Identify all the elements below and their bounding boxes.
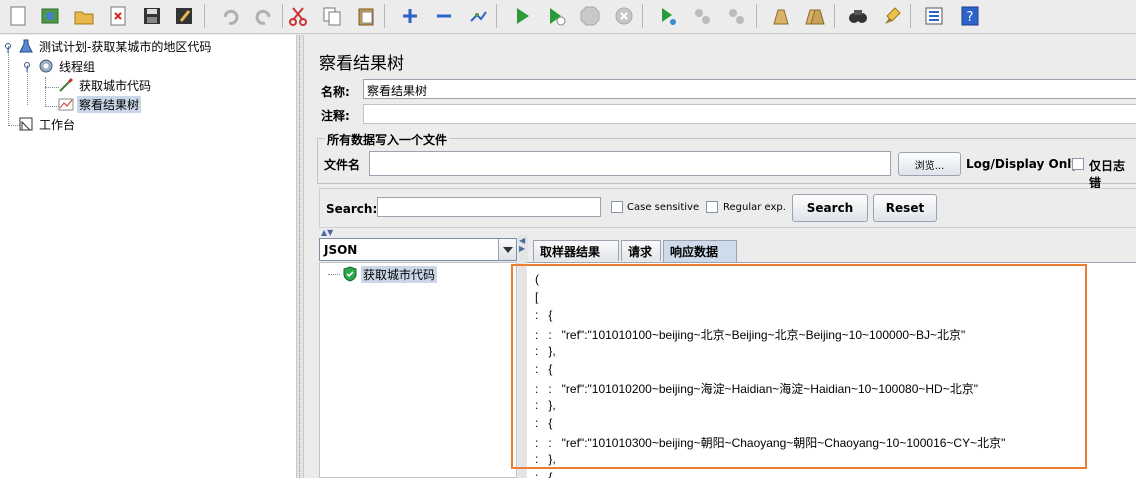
sample-result-item[interactable]: 获取城市代码 [342,265,438,283]
clear-all-icon[interactable] [800,2,828,30]
browse-button[interactable]: 浏览... [898,152,961,176]
response-line: : { [535,470,553,478]
success-shield-icon [342,266,358,282]
expander-icon[interactable] [3,42,13,53]
main-toolbar: ? [0,0,1136,34]
search-button[interactable]: Search [792,194,868,222]
sample-result-label: 获取城市代码 [361,265,438,283]
renderer-value: JSON [324,243,358,257]
remote-stop-icon[interactable] [688,2,716,30]
panel-splitter[interactable] [296,35,304,478]
save-icon[interactable] [138,2,166,30]
start-no-pause-icon[interactable] [542,2,570,30]
svg-text:?: ? [967,10,974,25]
tree-label: 获取城市代码 [79,78,152,93]
tree-node-test-plan[interactable]: 测试计划-获取某城市的地区代码 [18,37,213,55]
test-plan-tree: 测试计划-获取某城市的地区代码 线程组 获取城市代码 察看结果树 工作台 [0,35,296,478]
close-icon[interactable] [104,2,132,30]
function-helper-icon[interactable] [920,2,948,30]
tree-label: 线程组 [59,59,96,74]
renderer-select[interactable]: JSON [319,238,517,261]
tree-label: 察看结果树 [77,95,142,113]
remote-shutdown-icon[interactable] [722,2,750,30]
tree-node-listener[interactable]: 察看结果树 [58,95,142,113]
undo-icon[interactable] [216,2,244,30]
gear-icon [38,58,54,74]
chart-icon [58,96,74,112]
reset-search-icon[interactable] [878,2,906,30]
regular-exp-checkbox[interactable] [706,201,718,213]
clear-icon[interactable] [766,2,794,30]
pipette-icon [58,77,74,93]
reset-button[interactable]: Reset [873,194,937,222]
cut-icon[interactable] [284,2,312,30]
page-title: 察看结果树 [319,54,404,74]
case-sensitive-label: Case sensitive [627,202,700,213]
tab-response-data[interactable]: 响应数据 [663,240,737,262]
search-label: Search: [326,202,378,216]
log-display-label: Log/Display Only: [966,157,1084,171]
test-plan-icon [18,38,34,54]
toggle-icon[interactable] [464,2,492,30]
workbench-icon [18,116,34,132]
redo-icon[interactable] [250,2,278,30]
tab-request[interactable]: 请求 [621,240,661,261]
expand-icon[interactable] [396,2,424,30]
new-icon[interactable] [4,2,32,30]
search-icon[interactable] [844,2,872,30]
help-icon[interactable]: ? [956,2,984,30]
tree-label: 测试计划-获取某城市的地区代码 [39,39,212,54]
tree-node-sampler[interactable]: 获取城市代码 [58,76,153,94]
filename-field[interactable] [369,151,891,176]
sample-result-tree: 获取城市代码 [319,262,517,478]
comment-label: 注释: [321,109,350,123]
errors-only-label: 仅日志错 [1089,159,1126,190]
tree-label: 工作台 [39,117,76,132]
tree-node-workbench[interactable]: 工作台 [18,115,77,133]
name-field[interactable]: 察看结果树 [363,79,1136,99]
tab-sampler-result[interactable]: 取样器结果 [533,240,619,261]
start-icon[interactable] [508,2,536,30]
filename-label: 文件名 [324,158,361,172]
templates-icon[interactable] [36,2,64,30]
file-group-title: 所有数据写入一个文件 [325,131,450,148]
errors-only-checkbox[interactable] [1072,158,1084,170]
search-input[interactable] [377,197,601,217]
paste-icon[interactable] [352,2,380,30]
stop-icon[interactable] [576,2,604,30]
shutdown-icon[interactable] [610,2,638,30]
regular-exp-label: Regular exp. [723,202,786,213]
save-as-icon[interactable] [170,2,198,30]
chevron-down-icon[interactable] [498,239,516,260]
tree-node-thread-group[interactable]: 线程组 [38,57,97,75]
collapse-icon[interactable] [430,2,458,30]
name-label: 名称: [321,85,350,99]
case-sensitive-checkbox[interactable] [611,201,623,213]
highlight-box [511,264,1087,469]
remote-start-icon[interactable] [654,2,682,30]
comment-field[interactable] [363,104,1136,124]
expander-icon[interactable] [22,61,32,72]
open-icon[interactable] [70,2,98,30]
copy-icon[interactable] [318,2,346,30]
